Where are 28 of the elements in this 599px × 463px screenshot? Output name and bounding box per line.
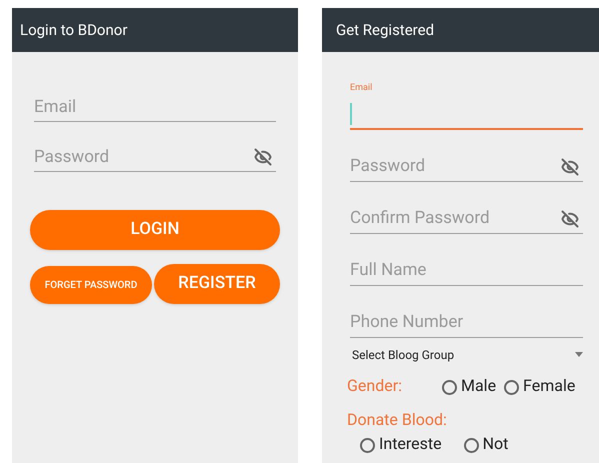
hide-password-icon[interactable] xyxy=(254,148,272,166)
register-button[interactable]: REGISTER xyxy=(154,264,280,304)
hide-password-icon[interactable] xyxy=(561,158,579,176)
radio-label: Not xyxy=(482,434,508,453)
input-field[interactable]: Full Name xyxy=(350,256,583,286)
radio-button[interactable] xyxy=(464,438,479,452)
input-field[interactable]: Password xyxy=(34,142,276,172)
input-field[interactable]: Confirm Password xyxy=(350,204,583,234)
text-cursor xyxy=(350,102,352,124)
login-button[interactable]: LOGIN xyxy=(30,210,280,250)
input-field[interactable]: Password xyxy=(350,152,583,182)
radio-button[interactable] xyxy=(504,380,520,395)
blood-group-select[interactable]: Select Bloog Group xyxy=(352,346,583,364)
input-field[interactable]: Email xyxy=(34,92,276,122)
radio-button[interactable] xyxy=(442,380,457,395)
radio-label: Female xyxy=(523,376,576,396)
forget-password-button[interactable]: FORGET PASSWORD xyxy=(30,266,152,304)
field-label: Email xyxy=(350,82,372,95)
radio-button[interactable] xyxy=(360,438,375,452)
donate-blood-label: Donate Blood: xyxy=(347,408,447,430)
radio-label: Male xyxy=(461,376,496,396)
dropdown-arrow-icon xyxy=(575,352,583,357)
screen-title: Get Registered xyxy=(336,20,434,41)
radio-label: Intereste xyxy=(379,434,442,453)
gender-label: Gender: xyxy=(347,374,404,396)
screen-title: Login to BDonor xyxy=(20,20,128,41)
input-field[interactable]: Phone Number xyxy=(350,308,583,338)
hide-password-icon[interactable] xyxy=(561,210,579,228)
